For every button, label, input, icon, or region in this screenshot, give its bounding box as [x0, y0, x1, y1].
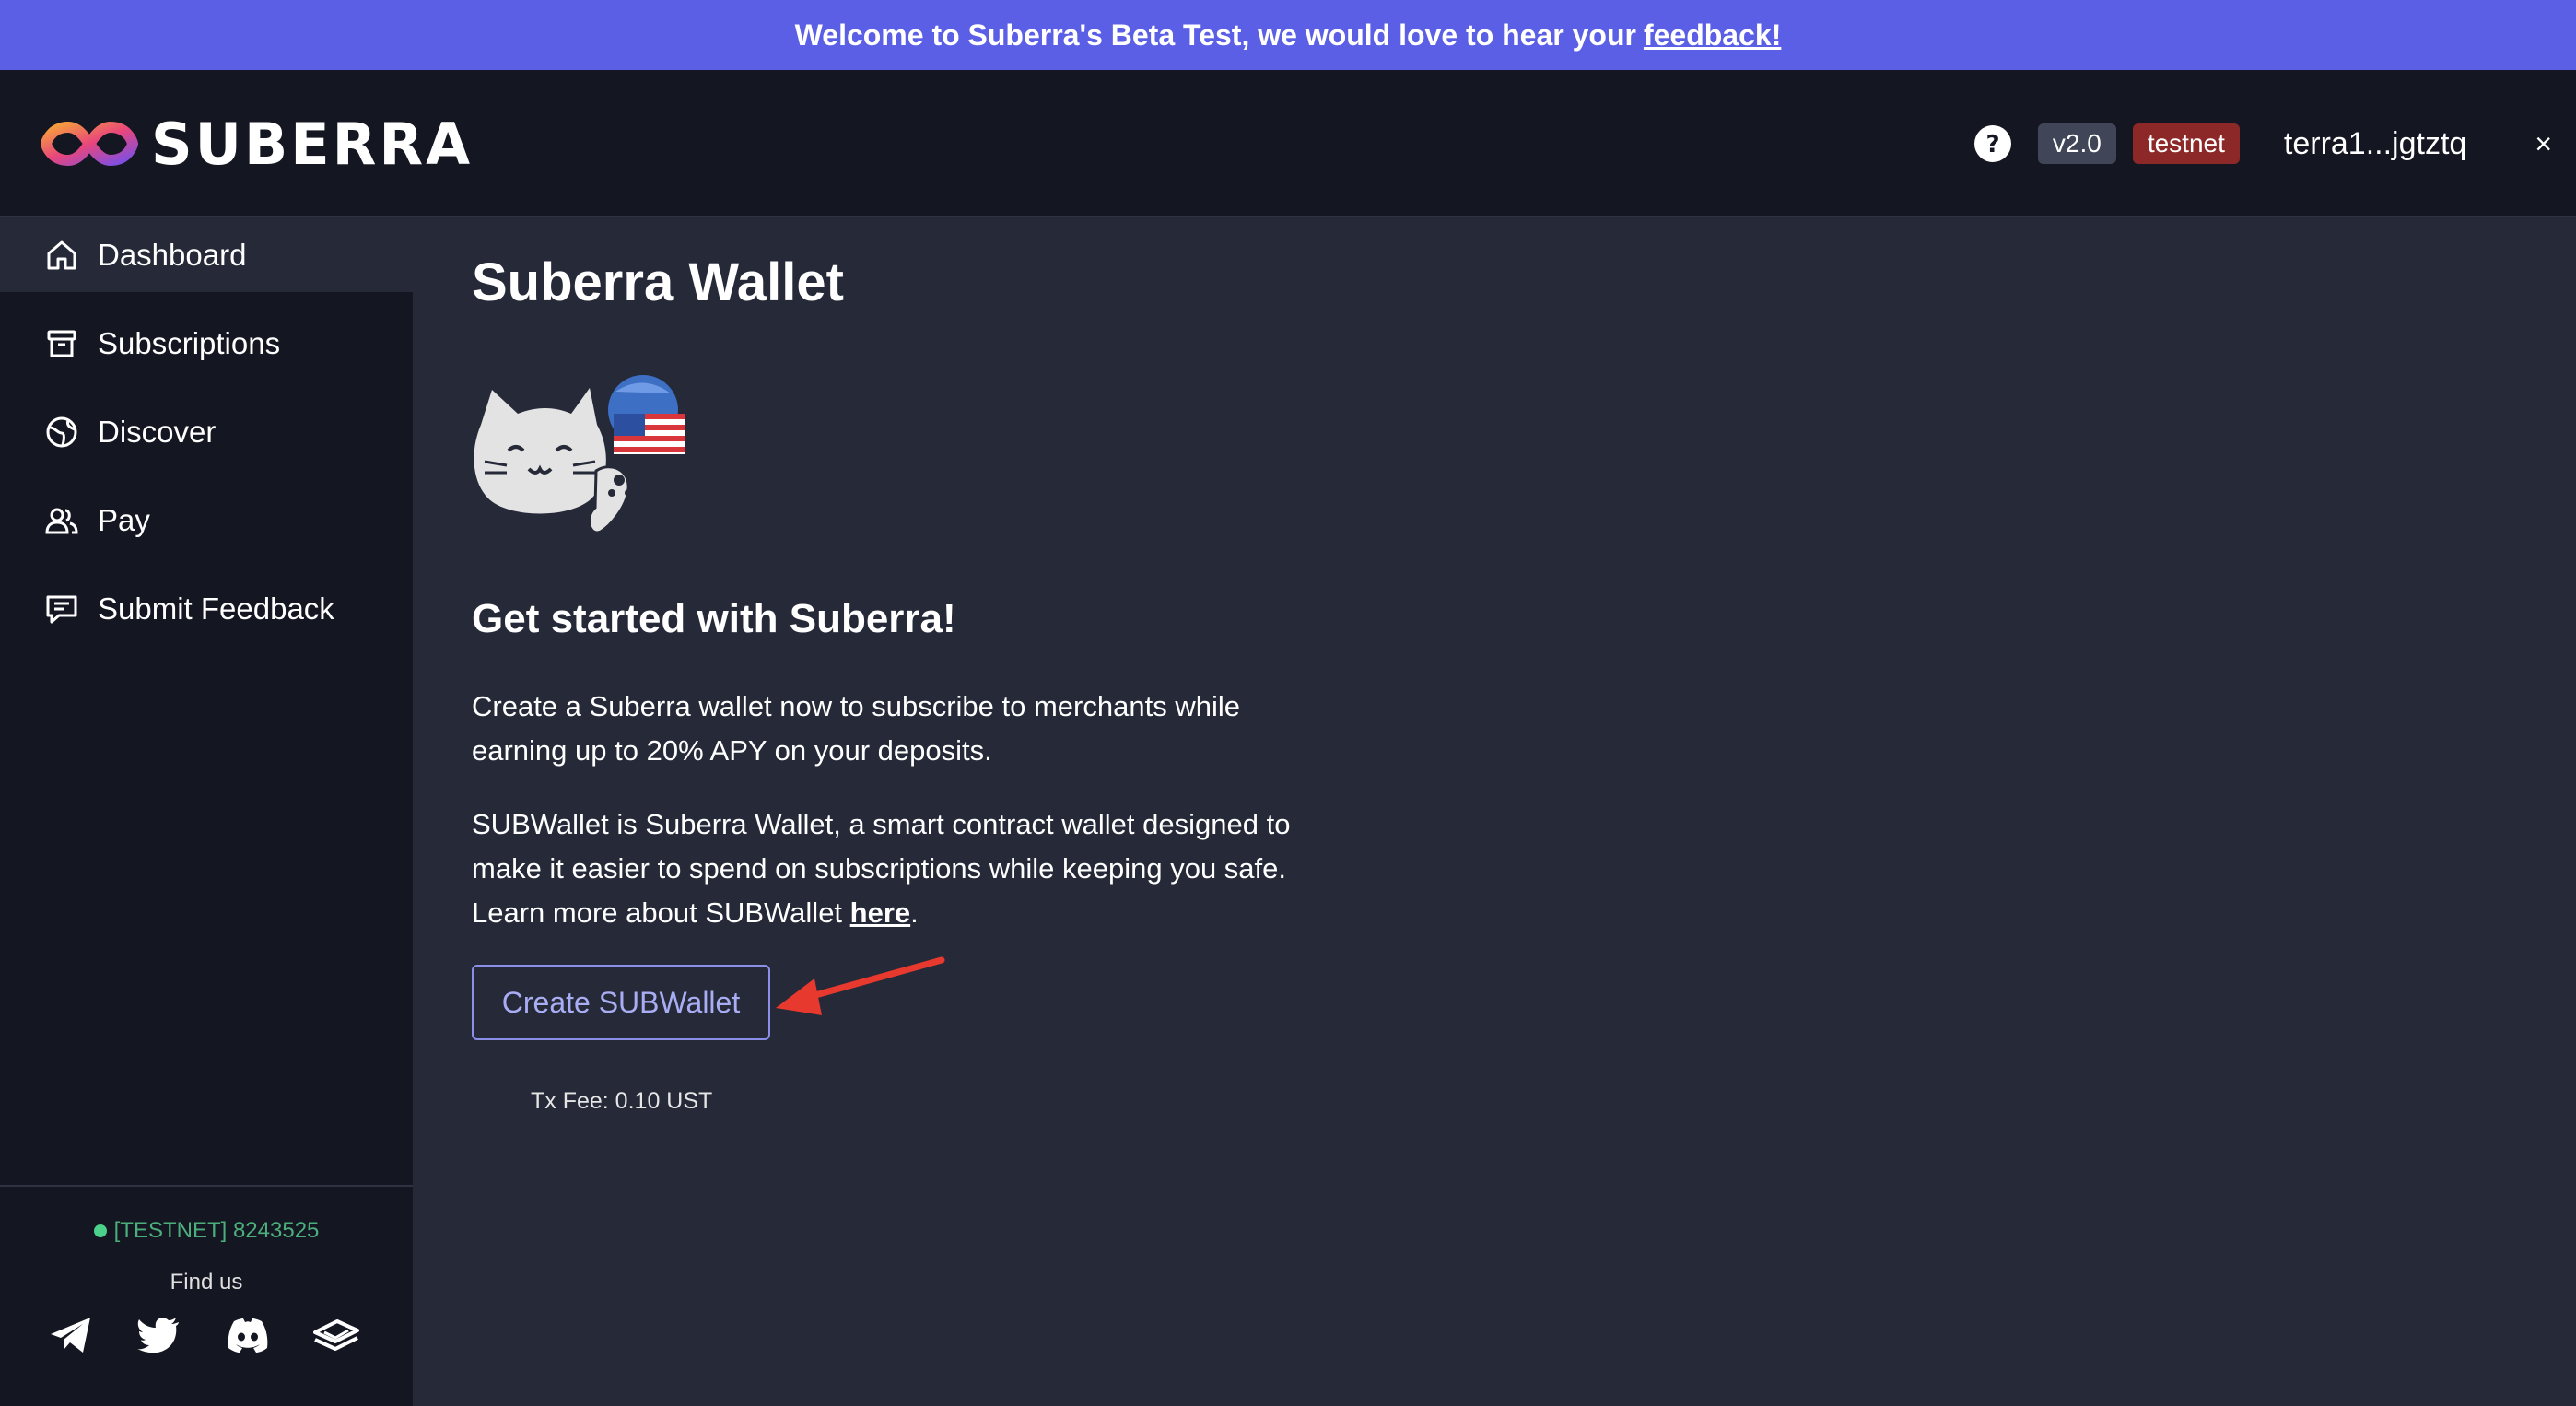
learn-more-link[interactable]: here [850, 896, 910, 929]
sidebar-item-dashboard[interactable]: Dashboard [0, 218, 413, 292]
status-dot-icon [93, 1224, 107, 1237]
page-title: Suberra Wallet [472, 252, 844, 312]
network-badge: testnet [2132, 123, 2240, 164]
paragraph-period: . [910, 896, 919, 929]
network-status: [TESTNET] 8243525 [0, 1218, 413, 1244]
tx-fee-label: Tx Fee: 0.10 UST [531, 1088, 713, 1114]
version-badge: v2.0 [2037, 123, 2116, 164]
intro-paragraph: Create a Suberra wallet now to subscribe… [472, 690, 1240, 767]
sidebar-item-discover[interactable]: Discover [0, 395, 413, 469]
sidebar-item-label: Dashboard [98, 238, 247, 272]
sidebar-item-subscriptions[interactable]: Subscriptions [0, 307, 413, 381]
get-started-heading: Get started with Suberra! [472, 596, 956, 641]
archive-icon [47, 330, 76, 357]
sidebar-item-label: Pay [98, 503, 150, 537]
beta-banner: Welcome to Suberra's Beta Test, we would… [0, 0, 2576, 70]
telegram-icon[interactable] [48, 1314, 94, 1356]
logo[interactable]: SUBERRA [41, 111, 473, 178]
cat-mascot-icon [474, 375, 685, 534]
sidebar-item-label: Submit Feedback [98, 592, 334, 626]
logo-text: SUBERRA [151, 110, 474, 178]
sidebar-item-submit-feedback[interactable]: Submit Feedback [0, 572, 413, 646]
close-icon[interactable]: × [2535, 127, 2552, 161]
wallet-address[interactable]: terra1...jgtztq [2284, 126, 2466, 162]
top-bar: SUBERRA ? v2.0 testnet terra1...jgtztq × [0, 70, 2576, 217]
globe-icon [46, 416, 77, 448]
discord-icon[interactable] [225, 1314, 271, 1356]
home-icon [47, 240, 76, 270]
create-subwallet-button[interactable]: Create SUBWallet [472, 965, 770, 1040]
sidebar-footer: [TESTNET] 8243525 Find us [0, 1185, 413, 1406]
help-circle-icon[interactable]: ? [1973, 124, 2012, 163]
subwallet-paragraph: SUBWallet is Suberra Wallet, a smart con… [472, 803, 1319, 935]
users-icon [45, 508, 78, 534]
find-us-label: Find us [170, 1270, 243, 1295]
sidebar-item-pay[interactable]: Pay [0, 484, 413, 557]
infinity-logo-icon [41, 121, 138, 167]
network-status-text: [TESTNET] 8243525 [113, 1218, 320, 1243]
twitter-icon[interactable] [136, 1314, 182, 1356]
feedback-icon [46, 595, 77, 624]
social-links [48, 1314, 359, 1356]
annotation-arrow-icon [776, 956, 945, 1015]
feedback-link[interactable]: feedback! [1644, 18, 1781, 53]
sidebar: Dashboard Subscriptions Discover Pay Sub… [0, 218, 413, 1406]
sidebar-item-label: Discover [98, 415, 217, 449]
svg-text:?: ? [1985, 131, 1999, 158]
banner-text: Welcome to Suberra's Beta Test, we would… [794, 18, 1636, 52]
sidebar-item-label: Subscriptions [98, 326, 281, 360]
docs-icon[interactable] [313, 1314, 359, 1356]
header-actions: ? v2.0 testnet terra1...jgtztq × [1973, 122, 2576, 166]
